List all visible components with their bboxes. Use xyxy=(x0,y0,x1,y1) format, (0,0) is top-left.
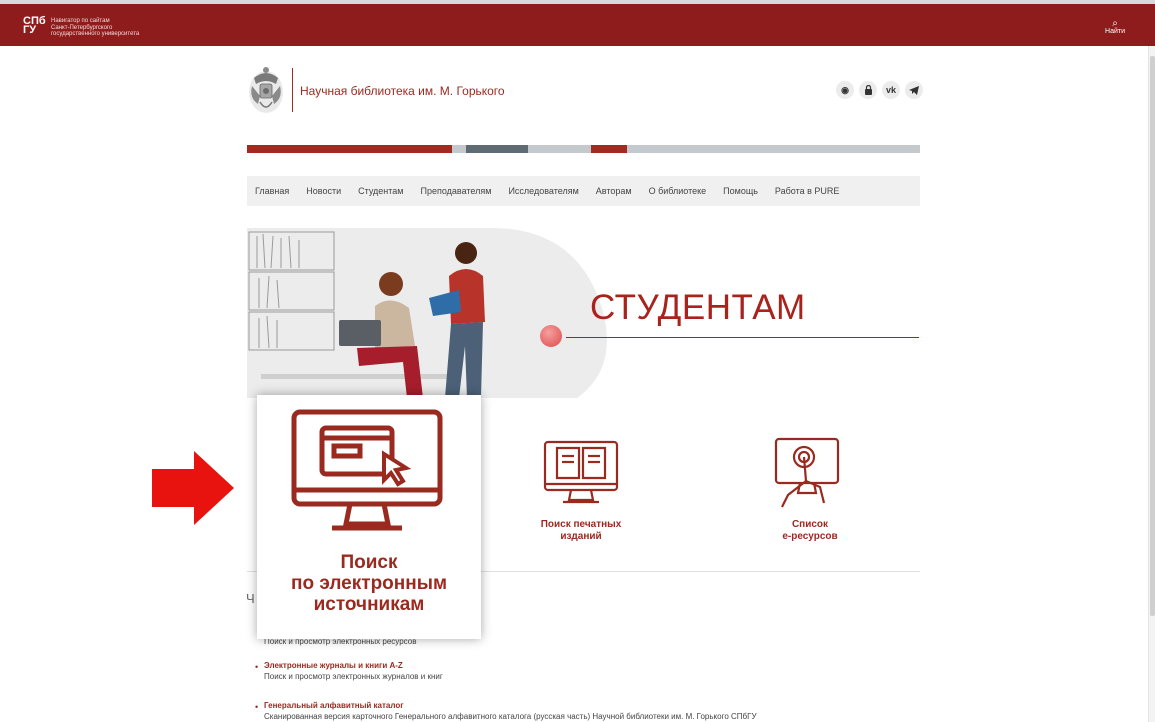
university-topbar: СПб ГУ Навигатор по сайтам Санкт-Петербу… xyxy=(0,0,1155,46)
header-divider xyxy=(292,68,293,112)
section-heading-partial: Ч xyxy=(246,591,255,606)
nav-item-about[interactable]: О библиотеке xyxy=(649,186,707,196)
scrollbar-thumb[interactable] xyxy=(1150,56,1155,616)
bar-segment xyxy=(528,145,591,153)
bar-segment xyxy=(627,145,920,153)
decorative-color-bars xyxy=(247,145,920,153)
list-item-link[interactable]: Электронные журналы и книги A-Z xyxy=(264,661,403,670)
students-hero-illustration xyxy=(247,228,607,398)
list-item-description: Поиск и просмотр электронных журналов и … xyxy=(264,672,443,681)
vk-icon[interactable]: vk xyxy=(882,81,900,99)
list-bullet: • xyxy=(255,662,259,672)
nav-item-students[interactable]: Студентам xyxy=(358,186,403,196)
nav-item-news[interactable]: Новости xyxy=(306,186,341,196)
electronic-search-label: Поиск по электронным источникам xyxy=(290,552,448,615)
eye-icon[interactable]: ◉ xyxy=(836,81,854,99)
bar-segment xyxy=(452,145,466,153)
computer-search-icon xyxy=(291,409,443,531)
nav-item-pure[interactable]: Работа в PURE xyxy=(775,186,840,196)
red-arrow-icon xyxy=(152,451,234,525)
print-catalog-icon[interactable] xyxy=(541,440,621,510)
page-scrollbar[interactable] xyxy=(1148,46,1155,722)
electronic-search-tile[interactable]: Поиск по электронным источникам xyxy=(257,395,481,639)
library-title[interactable]: Научная библиотека им. М. Горького xyxy=(300,84,505,98)
bar-segment xyxy=(591,145,627,153)
list-bullet: • xyxy=(255,702,259,712)
bar-segment xyxy=(247,145,452,153)
nav-item-home[interactable]: Главная xyxy=(255,186,289,196)
telegram-icon[interactable] xyxy=(905,81,923,99)
main-navigation: Главная Новости Студентам Преподавателям… xyxy=(247,176,920,206)
print-search-label[interactable]: Поиск печатных изданий xyxy=(531,519,631,543)
nav-item-teachers[interactable]: Преподавателям xyxy=(420,186,491,196)
nav-item-authors[interactable]: Авторам xyxy=(596,186,632,196)
nav-item-help[interactable]: Помощь xyxy=(723,186,758,196)
eresources-list-label[interactable]: Список е-ресурсов xyxy=(760,519,860,543)
lock-icon[interactable] xyxy=(859,81,877,99)
nav-item-researchers[interactable]: Исследователям xyxy=(508,186,578,196)
list-item-description: Сканированная версия карточного Генераль… xyxy=(264,712,757,721)
search-icon: ⌕ xyxy=(1112,18,1118,29)
logo-line-2: ГУ xyxy=(23,24,37,36)
search-button[interactable]: ⌕ Найти xyxy=(1105,18,1125,36)
hero-underline xyxy=(566,337,919,338)
coat-of-arms-icon[interactable] xyxy=(246,62,286,116)
list-item-link[interactable]: Генеральный алфавитный каталог xyxy=(264,701,404,710)
eresources-touch-icon[interactable] xyxy=(770,437,842,509)
social-links: ◉ vk xyxy=(836,81,923,99)
hero-decorative-dot xyxy=(540,325,562,347)
sites-navigator-link[interactable]: Навигатор по сайтам Санкт-Петербургского… xyxy=(51,18,171,38)
hero-title: СТУДЕНТАМ xyxy=(590,288,806,327)
search-label: Найти xyxy=(1105,28,1125,35)
spbu-logo[interactable]: СПб ГУ xyxy=(23,16,46,36)
bar-segment xyxy=(466,145,528,153)
